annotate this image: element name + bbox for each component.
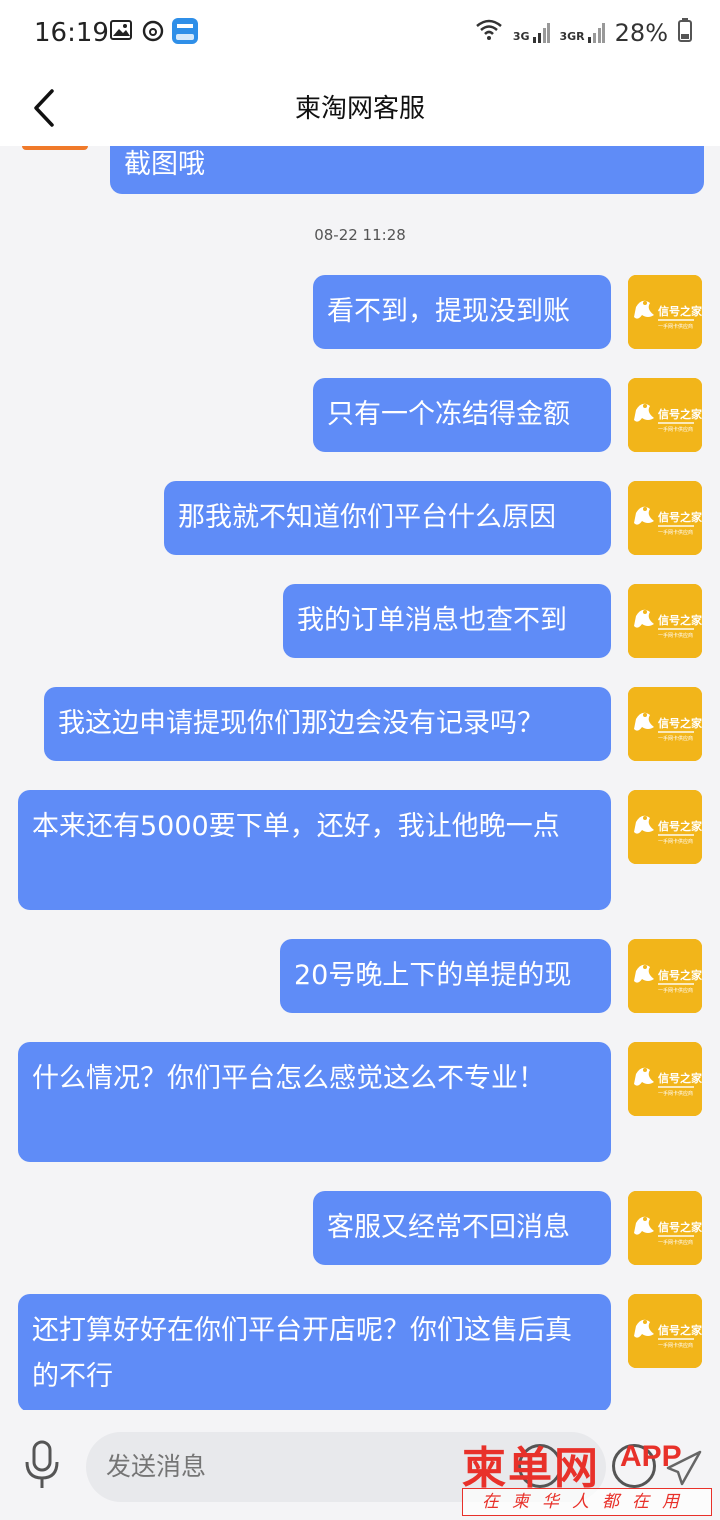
avatar-label: 信号之家 (658, 613, 702, 627)
network-type-1: 3G (512, 30, 530, 43)
avatar-label: 信号之家 (658, 510, 702, 524)
agent-avatar (22, 146, 88, 150)
user-avatar[interactable]: 信号之家 一手网卡供应商 (628, 790, 702, 864)
battery-icon (678, 18, 692, 48)
user-avatar[interactable]: 信号之家 一手网卡供应商 (628, 584, 702, 658)
avatar-label: 信号之家 (658, 1071, 702, 1085)
watermark-suffix: APP (620, 1440, 682, 1473)
message-bubble-sent[interactable]: 什么情况？你们平台怎么感觉这么不专业！ (18, 1042, 611, 1162)
message-bubble-sent[interactable]: 我这边申请提现你们那边会没有记录吗？ (44, 687, 611, 761)
avatar-label: 信号之家 (658, 304, 702, 318)
page-title: 柬淘网客服 (294, 94, 425, 124)
message-bubble-sent[interactable]: 看不到，提现没到账 (313, 275, 611, 349)
message-bubble-sent[interactable]: 客服又经常不回消息 (313, 1191, 611, 1265)
avatar-label: 信号之家 (658, 1323, 702, 1337)
netease-music-icon (142, 20, 164, 46)
wifi-icon (475, 19, 503, 47)
jtao-app-icon (172, 18, 198, 48)
watermark-brand: 柬单网 (462, 1443, 600, 1494)
user-avatar[interactable]: 信号之家 一手网卡供应商 (628, 939, 702, 1013)
message-bubble-sent[interactable]: 只有一个冻结得金额 (313, 378, 611, 452)
avatar-label: 信号之家 (658, 407, 702, 421)
chat-message-list[interactable]: 截图哦 08-22 11:28 看不到，提现没到账 信号之家 一手网卡供应商 只有… (0, 146, 720, 1410)
message-bubble-received[interactable]: 截图哦 (110, 146, 704, 194)
status-bar: 16:19 3G 3GR 28% (0, 0, 720, 70)
message-bubble-sent[interactable]: 20号晚上下的单提的现 (280, 939, 611, 1013)
avatar-label: 信号之家 (658, 819, 702, 833)
avatar-sublabel: 一手网卡供应商 (658, 529, 693, 536)
gallery-icon (110, 20, 132, 44)
message-bubble-sent[interactable]: 那我就不知道你们平台什么原因 (164, 481, 611, 555)
user-avatar[interactable]: 信号之家 一手网卡供应商 (628, 1042, 702, 1116)
avatar-label: 信号之家 (658, 716, 702, 730)
chat-header: 柬淘网客服 (0, 70, 720, 146)
message-bubble-sent[interactable]: 本来还有5000要下单，还好，我让他晚一点 (18, 790, 611, 910)
microphone-icon (25, 1440, 59, 1488)
signal-3gr: 3GR (560, 23, 605, 43)
signal-bars-icon (532, 23, 550, 43)
avatar-sublabel: 一手网卡供应商 (658, 1090, 693, 1097)
avatar-sublabel: 一手网卡供应商 (658, 987, 693, 994)
network-type-2: 3GR (559, 30, 585, 43)
watermark-slogan: 在柬华人都在用 (462, 1488, 712, 1516)
user-avatar[interactable]: 信号之家 一手网卡供应商 (628, 687, 702, 761)
status-time: 16:19 (34, 18, 109, 48)
avatar-sublabel: 一手网卡供应商 (658, 1342, 693, 1349)
message-bubble-sent[interactable]: 还打算好好在你们平台开店呢？你们这售后真的不行 (18, 1294, 611, 1410)
user-avatar[interactable]: 信号之家 一手网卡供应商 (628, 481, 702, 555)
avatar-sublabel: 一手网卡供应商 (658, 426, 693, 433)
avatar-sublabel: 一手网卡供应商 (658, 838, 693, 845)
avatar-sublabel: 一手网卡供应商 (658, 1239, 693, 1246)
user-avatar[interactable]: 信号之家 一手网卡供应商 (628, 1191, 702, 1265)
battery-percent: 28% (614, 19, 668, 47)
message-bubble-sent[interactable]: 我的订单消息也查不到 (283, 584, 611, 658)
avatar-sublabel: 一手网卡供应商 (658, 735, 693, 742)
avatar-sublabel: 一手网卡供应商 (658, 632, 693, 639)
message-timestamp: 08-22 11:28 (314, 226, 406, 244)
user-avatar[interactable]: 信号之家 一手网卡供应商 (628, 275, 702, 349)
watermark-logo: 柬单网 APP 在柬华人都在用 (462, 1432, 712, 1518)
user-avatar[interactable]: 信号之家 一手网卡供应商 (628, 1294, 702, 1368)
voice-input-button[interactable] (22, 1440, 62, 1490)
avatar-label: 信号之家 (658, 968, 702, 982)
user-avatar[interactable]: 信号之家 一手网卡供应商 (628, 378, 702, 452)
signal-bars-icon (587, 23, 605, 43)
status-indicators: 3G 3GR 28% (475, 18, 692, 48)
signal-3g: 3G (513, 23, 550, 43)
avatar-label: 信号之家 (658, 1220, 702, 1234)
avatar-sublabel: 一手网卡供应商 (658, 323, 693, 330)
